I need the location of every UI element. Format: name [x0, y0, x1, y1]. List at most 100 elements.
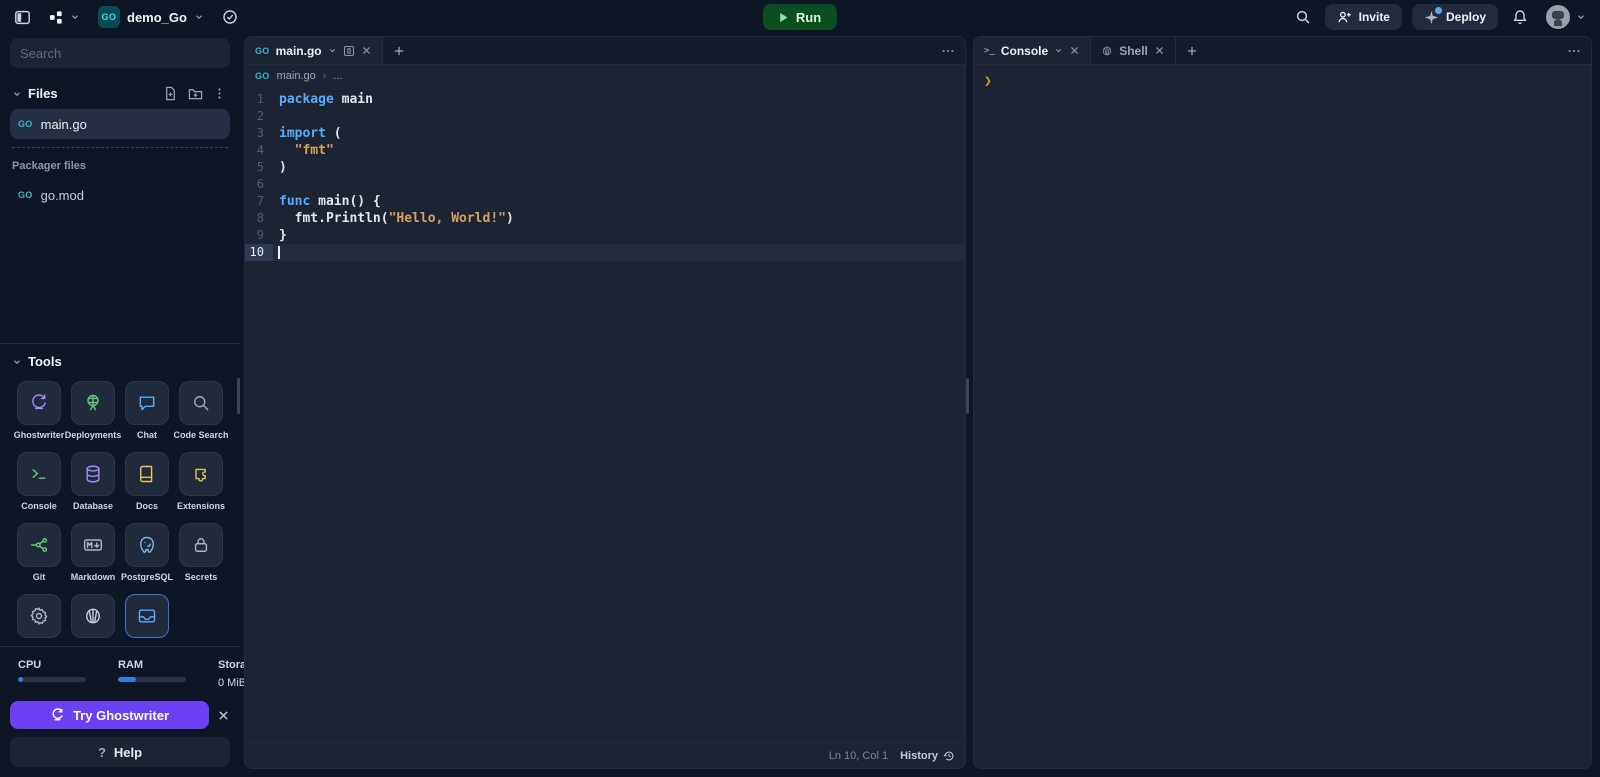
code-text: }	[273, 227, 287, 244]
code-line-5[interactable]: 5)	[245, 159, 965, 176]
code-text: fmt.Println("Hello, World!")	[273, 210, 514, 227]
search-box[interactable]	[10, 38, 230, 68]
tool-console[interactable]: Console	[13, 452, 65, 511]
help-button[interactable]: ? Help	[10, 737, 230, 767]
notifications-bell-icon[interactable]	[1508, 5, 1532, 29]
console-pane: >_ Console Shell	[973, 36, 1592, 769]
question-icon: ?	[98, 745, 106, 760]
markdown-icon	[71, 523, 115, 567]
code-line-7[interactable]: 7func main() {	[245, 193, 965, 210]
tool-extensions[interactable]: Extensions	[175, 452, 227, 511]
breadcrumb-separator: ›	[323, 70, 327, 82]
saved-status-icon[interactable]	[218, 5, 242, 29]
secrets-icon	[179, 523, 223, 567]
new-tab-icon[interactable]	[383, 45, 415, 57]
deploy-label: Deploy	[1446, 10, 1486, 24]
ghostwriter-cta-label: Try Ghostwriter	[73, 708, 169, 723]
apps-menu-button[interactable]	[45, 6, 84, 29]
search-icon[interactable]	[1291, 5, 1315, 29]
project-switcher[interactable]: GO demo_Go	[94, 2, 208, 32]
cpu-label: CPU	[18, 659, 86, 671]
pane-resize-handle[interactable]	[966, 378, 969, 414]
apps-icon	[49, 10, 64, 25]
search-input[interactable]	[20, 46, 220, 61]
invite-button[interactable]: Invite	[1325, 4, 1402, 30]
chevron-down-icon[interactable]	[328, 46, 337, 55]
tool-label: Database	[73, 501, 113, 511]
line-number: 1	[245, 91, 273, 108]
chat-icon	[125, 381, 169, 425]
tool-chat[interactable]: Chat	[121, 381, 173, 440]
code-line-4[interactable]: 4 "fmt"	[245, 142, 965, 159]
sidebar-toggle-icon[interactable]	[10, 5, 35, 30]
tool-secrets[interactable]: Secrets	[175, 523, 227, 582]
deploy-button[interactable]: Deploy	[1412, 4, 1498, 30]
code-line-1[interactable]: 1package main	[245, 91, 965, 108]
dismiss-ghostwriter-icon[interactable]	[217, 709, 230, 722]
editor-tab-main-go[interactable]: GO main.go	[245, 37, 383, 64]
tool-settings[interactable]	[13, 594, 65, 638]
breadcrumb-more[interactable]: ...	[333, 70, 342, 82]
try-ghostwriter-button[interactable]: Try Ghostwriter	[10, 701, 209, 729]
ghostwriter-icon	[17, 381, 61, 425]
new-file-icon[interactable]	[161, 84, 180, 103]
code-line-3[interactable]: 3import (	[245, 125, 965, 142]
line-number: 7	[245, 193, 273, 210]
files-menu-kebab-icon[interactable]	[211, 85, 228, 102]
code-line-10[interactable]: 10	[245, 244, 965, 261]
tool-docs[interactable]: Docs	[121, 452, 173, 511]
close-tab-icon[interactable]	[361, 45, 372, 56]
go-file-icon: GO	[18, 119, 33, 129]
tool-postgresql[interactable]: PostgreSQL	[121, 523, 173, 582]
code-text: )	[273, 159, 287, 176]
tool-label: Extensions	[177, 501, 225, 511]
editor-tab-bar: GO main.go	[245, 37, 965, 65]
tab-shell[interactable]: Shell	[1091, 37, 1176, 64]
new-tab-icon[interactable]	[1176, 45, 1208, 57]
tool-output[interactable]	[121, 594, 173, 638]
files-section-header[interactable]: Files	[10, 78, 230, 109]
code-line-8[interactable]: 8 fmt.Println("Hello, World!")	[245, 210, 965, 227]
invite-person-icon	[1337, 10, 1352, 25]
go-file-icon: GO	[255, 46, 270, 56]
history-button[interactable]: History	[900, 750, 955, 762]
console-icon	[17, 452, 61, 496]
deploy-notification-dot	[1435, 7, 1442, 14]
close-tab-icon[interactable]	[1069, 45, 1080, 56]
sidebar-resize-handle[interactable]	[237, 378, 240, 414]
new-folder-icon[interactable]	[186, 84, 205, 103]
code-line-6[interactable]: 6	[245, 176, 965, 193]
packager-files-label: Packager files	[10, 156, 230, 180]
split-pane-icon[interactable]	[343, 45, 355, 57]
editor-options-ellipsis-icon[interactable]	[931, 44, 965, 58]
breadcrumb[interactable]: GO main.go › ...	[245, 65, 965, 87]
code-text	[273, 108, 279, 125]
code-line-9[interactable]: 9}	[245, 227, 965, 244]
console-output[interactable]: ❯	[974, 65, 1591, 768]
chevron-down-icon[interactable]	[1054, 46, 1063, 55]
tool-ghostwriter[interactable]: Ghostwriter	[13, 381, 65, 440]
invite-label: Invite	[1359, 10, 1390, 24]
tool-shell[interactable]	[67, 594, 119, 638]
tool-label: Docs	[136, 501, 158, 511]
tools-section-header[interactable]: Tools	[10, 348, 230, 375]
tab-console[interactable]: >_ Console	[974, 37, 1091, 64]
code-text	[273, 244, 279, 261]
tool-markdown[interactable]: Markdown	[67, 523, 119, 582]
tool-database[interactable]: Database	[67, 452, 119, 511]
text-cursor	[278, 246, 280, 259]
tool-deployments[interactable]: Deployments	[67, 381, 119, 440]
tool-code-search[interactable]: Code Search	[175, 381, 227, 440]
file-item-main-go[interactable]: GO main.go	[10, 109, 230, 139]
code-line-2[interactable]: 2	[245, 108, 965, 125]
run-button[interactable]: Run	[763, 4, 837, 30]
account-menu[interactable]	[1542, 1, 1590, 33]
close-tab-icon[interactable]	[1154, 45, 1165, 56]
tool-git[interactable]: Git	[13, 523, 65, 582]
go-file-icon: GO	[18, 190, 33, 200]
code-text: package main	[273, 91, 373, 108]
code-editor[interactable]: 1package main23import (4 "fmt"5)67func m…	[245, 87, 965, 742]
file-item-go-mod[interactable]: GO go.mod	[10, 180, 230, 210]
console-options-ellipsis-icon[interactable]	[1557, 44, 1591, 58]
editor-pane: GO main.go	[244, 36, 966, 769]
